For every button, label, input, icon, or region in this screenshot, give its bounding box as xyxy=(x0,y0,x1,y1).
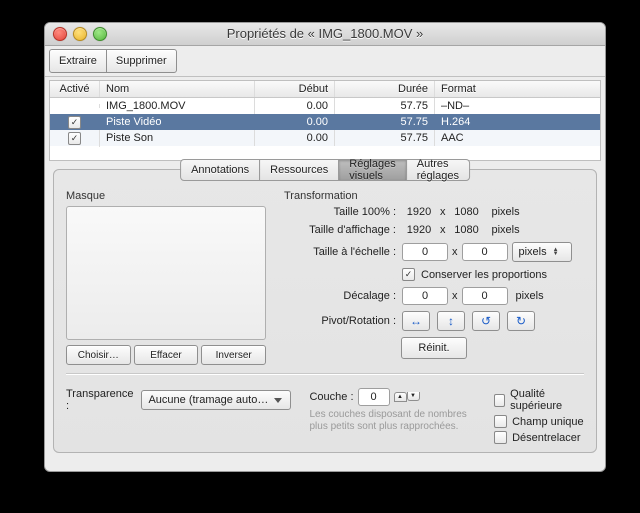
size100-label: Taille 100% : xyxy=(284,206,402,218)
col-start[interactable]: Début xyxy=(255,81,335,97)
table-row[interactable] xyxy=(50,146,600,160)
layer-group: Couche : 0 ▲ ▼ Les couches disposant de … xyxy=(309,388,476,433)
clear-button[interactable]: Effacer xyxy=(134,345,199,365)
tab-other[interactable]: Autres réglages xyxy=(406,159,470,181)
col-duration[interactable]: Durée xyxy=(335,81,435,97)
size100-h: 1080 xyxy=(450,206,484,218)
mask-well[interactable] xyxy=(66,206,266,340)
cell-start: 0.00 xyxy=(255,98,335,114)
cell-format: AAC xyxy=(435,130,600,146)
invert-button[interactable]: Inverser xyxy=(201,345,266,365)
hq-label: Qualité supérieure xyxy=(510,388,584,412)
layer-input[interactable]: 0 xyxy=(358,388,390,406)
display-h: 1080 xyxy=(450,224,484,236)
single-checkbox[interactable] xyxy=(494,415,507,428)
zoom-icon[interactable] xyxy=(93,27,107,41)
scale-label: Taille à l'échelle : xyxy=(284,246,402,258)
transparency-label: Transparence : xyxy=(66,388,137,412)
layer-stepper[interactable]: ▲ ▼ xyxy=(394,392,420,402)
transparency-row: Transparence : Aucune (tramage auto… xyxy=(66,388,291,412)
settings-panel: Annotations Ressources Réglages visuels … xyxy=(53,169,597,453)
table-row[interactable]: IMG_1800.MOV 0.00 57.75 –ND– xyxy=(50,98,600,114)
cell-duration: 57.75 xyxy=(335,114,435,130)
cell-name: IMG_1800.MOV xyxy=(100,98,255,114)
single-label: Champ unique xyxy=(512,416,584,428)
mask-section: Masque Choisir… Effacer Inverser xyxy=(66,190,266,365)
deint-label: Désentrelacer xyxy=(512,432,580,444)
reset-button[interactable]: Réinit. xyxy=(401,337,466,359)
table-header: Activé Nom Début Durée Format xyxy=(50,81,600,98)
hq-checkbox[interactable] xyxy=(494,394,505,407)
active-checkbox[interactable]: ✓ xyxy=(68,116,81,129)
scale-h-input[interactable]: 0 xyxy=(462,243,508,261)
cell-name: Piste Son xyxy=(100,130,255,146)
cell-start: 0.00 xyxy=(255,130,335,146)
window-title: Propriétés de « IMG_1800.MOV » xyxy=(227,26,424,41)
tab-resources[interactable]: Ressources xyxy=(259,159,339,181)
window-controls xyxy=(53,27,107,41)
scale-w-input[interactable]: 0 xyxy=(402,243,448,261)
deint-checkbox[interactable] xyxy=(494,431,507,444)
tab-annotations[interactable]: Annotations xyxy=(180,159,260,181)
active-checkbox[interactable]: ✓ xyxy=(68,132,81,145)
table-row[interactable]: ✓ Piste Vidéo 0.00 57.75 H.264 xyxy=(50,114,600,130)
step-up-icon: ▲ xyxy=(394,392,407,402)
transform-label: Transformation xyxy=(284,190,584,202)
layer-helper: Les couches disposant de nombres plus pe… xyxy=(309,409,476,433)
flip-horizontal-icon[interactable]: ↔ xyxy=(402,311,430,331)
tracks-table: Activé Nom Début Durée Format IMG_1800.M… xyxy=(49,80,601,161)
flip-vertical-icon[interactable]: ↕ xyxy=(437,311,465,331)
choose-button[interactable]: Choisir… xyxy=(66,345,131,365)
display-label: Taille d'affichage : xyxy=(284,224,402,236)
table-row[interactable]: ✓ Piste Son 0.00 57.75 AAC xyxy=(50,130,600,146)
col-format[interactable]: Format xyxy=(435,81,600,97)
minimize-icon[interactable] xyxy=(73,27,87,41)
size100-w: 1920 xyxy=(402,206,436,218)
offset-label: Décalage : xyxy=(284,290,402,302)
transparency-select[interactable]: Aucune (tramage auto… xyxy=(141,390,291,410)
cell-name: Piste Vidéo xyxy=(100,114,255,130)
tab-visual[interactable]: Réglages visuels xyxy=(338,159,406,181)
mask-label: Masque xyxy=(66,190,266,202)
col-active[interactable]: Activé xyxy=(50,81,100,97)
transform-section: Transformation Taille 100% : 1920 x 1080… xyxy=(284,190,584,365)
cell-duration: 57.75 xyxy=(335,130,435,146)
extract-button[interactable]: Extraire xyxy=(49,49,107,73)
layer-label: Couche : xyxy=(309,391,353,403)
offset-x-input[interactable]: 0 xyxy=(402,287,448,305)
cell-start: 0.00 xyxy=(255,114,335,130)
rotate-cw-icon[interactable]: ↻ xyxy=(507,311,535,331)
cell-format: –ND– xyxy=(435,98,600,114)
display-w: 1920 xyxy=(402,224,436,236)
cell-duration: 57.75 xyxy=(335,98,435,114)
titlebar[interactable]: Propriétés de « IMG_1800.MOV » xyxy=(45,23,605,46)
pivot-label: Pivot/Rotation : xyxy=(284,315,402,327)
step-down-icon: ▼ xyxy=(407,392,420,401)
delete-button[interactable]: Supprimer xyxy=(106,49,177,73)
offset-y-input[interactable]: 0 xyxy=(462,287,508,305)
tab-bar: Annotations Ressources Réglages visuels … xyxy=(180,159,470,181)
close-icon[interactable] xyxy=(53,27,67,41)
cell-format: H.264 xyxy=(435,114,600,130)
toolbar: Extraire Supprimer xyxy=(45,46,605,77)
keep-proportions-checkbox[interactable]: ✓ xyxy=(402,268,415,281)
keep-proportions-label: Conserver les proportions xyxy=(421,269,547,281)
properties-window: Propriétés de « IMG_1800.MOV » Extraire … xyxy=(44,22,606,472)
rotate-ccw-icon[interactable]: ↺ xyxy=(472,311,500,331)
col-name[interactable]: Nom xyxy=(100,81,255,97)
scale-unit-select[interactable]: pixels▲▼ xyxy=(512,242,572,262)
